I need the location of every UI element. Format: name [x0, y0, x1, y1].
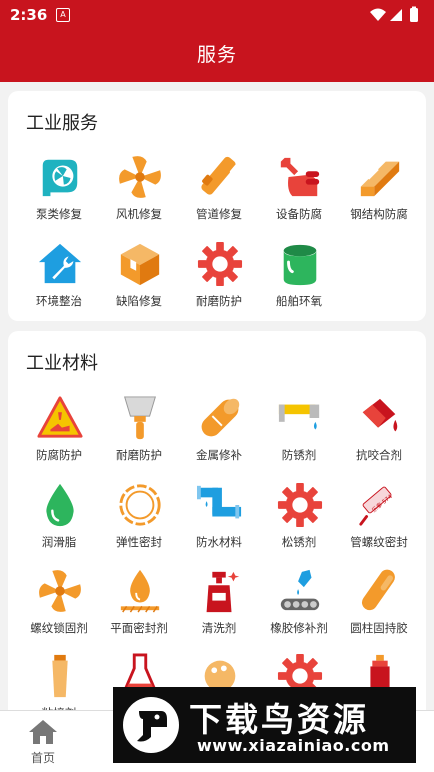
faucet-pipe-icon [278, 404, 320, 430]
service-item-defect[interactable]: 缺陷修复 [99, 241, 179, 321]
item-label: 螺纹锁固剂 [30, 621, 88, 635]
item-label: 环境整治 [36, 294, 82, 308]
item-label: 防水材料 [196, 535, 242, 549]
item-label: 设备防腐 [276, 207, 322, 221]
item-label: 管螺纹密封 [350, 535, 408, 549]
item-label: 防锈剂 [281, 448, 317, 462]
status-bar: 2:36 A [0, 0, 434, 30]
item-label: 润滑脂 [41, 535, 77, 549]
item-label: 耐磨防护 [196, 294, 242, 308]
watermark-title: 下载鸟资源 [189, 700, 369, 739]
service-item-steel-structure[interactable]: 钢结构防腐 [339, 154, 419, 234]
item-label: 金属修补 [196, 448, 242, 462]
fan-icon [119, 156, 161, 198]
watermark-url: www.xiazainiao.com [197, 736, 390, 755]
system-icons [370, 6, 418, 22]
pump-icon [42, 159, 78, 197]
material-item-waterproof[interactable]: 防水材料 [179, 482, 259, 562]
house-wrench-icon [38, 243, 82, 284]
item-label: 船舶环氧 [276, 294, 322, 308]
notification-icon: A [56, 8, 70, 22]
paint-bucket-icon [283, 244, 317, 286]
material-item-rust-loosener[interactable]: 松锈剂 [259, 482, 339, 562]
material-item-antiseize[interactable]: 抗咬合剂 [339, 395, 419, 475]
item-label: 泵类修复 [36, 207, 82, 221]
item-label: 橡胶修补剂 [270, 621, 328, 635]
status-time: 2:36 [10, 6, 48, 24]
item-label: 缺陷修复 [116, 294, 162, 308]
item-label: 松锈剂 [281, 535, 317, 549]
tab-label: 首页 [30, 751, 55, 765]
material-item-thread-seal[interactable]: 乐泰 574 管螺纹密封 [339, 482, 419, 562]
steel-beam-icon [360, 161, 400, 197]
app-bar: 服务 [0, 30, 434, 82]
material-item-retaining[interactable]: 圆柱固持胶 [339, 568, 419, 648]
watermark-overlay: 下载鸟资源 www.xiazainiao.com [113, 687, 416, 763]
wifi-icon [370, 8, 386, 21]
spray-bottle-icon [206, 571, 240, 613]
pipe-icon [201, 156, 242, 195]
item-label: 平面密封剂 [110, 621, 168, 635]
material-item-rubber-repair[interactable]: 橡胶修补剂 [259, 568, 339, 648]
box-icon [120, 243, 160, 286]
warning-corrosion-icon [37, 396, 83, 438]
section-title-materials: 工业材料 [26, 353, 98, 374]
item-label: 钢结构防腐 [350, 207, 408, 221]
material-item-wear[interactable]: 耐磨防护 [99, 395, 179, 475]
syringe-icon: 乐泰 574 [359, 486, 394, 526]
material-item-elastic-seal[interactable]: 弹性密封 [99, 482, 179, 562]
hand-wrench-icon [280, 157, 320, 197]
material-item-cleaner[interactable]: 清洗剂 [179, 568, 259, 648]
tab-home[interactable]: 首页 [0, 711, 86, 772]
item-label: 防腐防护 [36, 448, 82, 462]
home-icon [29, 720, 57, 744]
service-item-fan[interactable]: 风机修复 [99, 154, 179, 234]
water-pipe-icon [197, 485, 242, 519]
flame-drop-icon [120, 569, 160, 613]
section-title-service: 工业服务 [26, 113, 98, 134]
industrial-service-card: 工业服务 泵类修复 风机修复 管道修复 设备防腐 钢结构防腐 环境整治 缺陷修复… [8, 91, 426, 321]
service-item-equipment-anticorrosion[interactable]: 设备防腐 [259, 154, 339, 234]
industrial-materials-card: 工业材料 防腐防护 耐磨防护 金属修补 防锈剂 抗咬合剂 润滑脂 弹性密封 防水… [8, 331, 426, 731]
item-label: 管道修复 [196, 207, 242, 221]
material-item-threadlocker[interactable]: 螺纹锁固剂 [19, 568, 99, 648]
item-label: 圆柱固持胶 [350, 621, 408, 635]
page-title: 服务 [196, 44, 237, 66]
service-item-wear[interactable]: 耐磨防护 [179, 241, 259, 321]
service-item-pipe[interactable]: 管道修复 [179, 154, 259, 234]
service-item-ship-epoxy[interactable]: 船舶环氧 [259, 241, 339, 321]
service-item-pump[interactable]: 泵类修复 [19, 154, 99, 234]
fan-icon [39, 570, 81, 612]
conveyor-icon [280, 569, 320, 611]
gear-icon [197, 241, 243, 287]
gear-icon [277, 482, 323, 528]
service-item-environment[interactable]: 环境整治 [19, 241, 99, 321]
tube-icon [52, 654, 68, 698]
material-item-flange-sealant[interactable]: 平面密封剂 [99, 568, 179, 648]
scraper-icon [124, 396, 156, 440]
drop-icon [46, 483, 74, 527]
item-label: 弹性密封 [116, 535, 162, 549]
item-label: 耐磨防护 [116, 448, 162, 462]
battery-icon [410, 8, 418, 22]
material-item-antirust[interactable]: 防锈剂 [259, 395, 339, 475]
item-label: 风机修复 [116, 207, 162, 221]
seal-ring-icon [119, 484, 161, 526]
material-item-anticorrosion[interactable]: 防腐防护 [19, 395, 99, 475]
cylinder-icon [361, 569, 395, 611]
signal-icon [390, 9, 402, 21]
paint-pour-icon [362, 398, 398, 432]
item-label: 抗咬合剂 [356, 448, 402, 462]
material-item-grease[interactable]: 润滑脂 [19, 482, 99, 562]
metal-pipe-icon [201, 398, 240, 437]
bird-logo-icon [123, 697, 179, 753]
material-item-metal-repair[interactable]: 金属修补 [179, 395, 259, 475]
item-label: 清洗剂 [201, 621, 237, 635]
